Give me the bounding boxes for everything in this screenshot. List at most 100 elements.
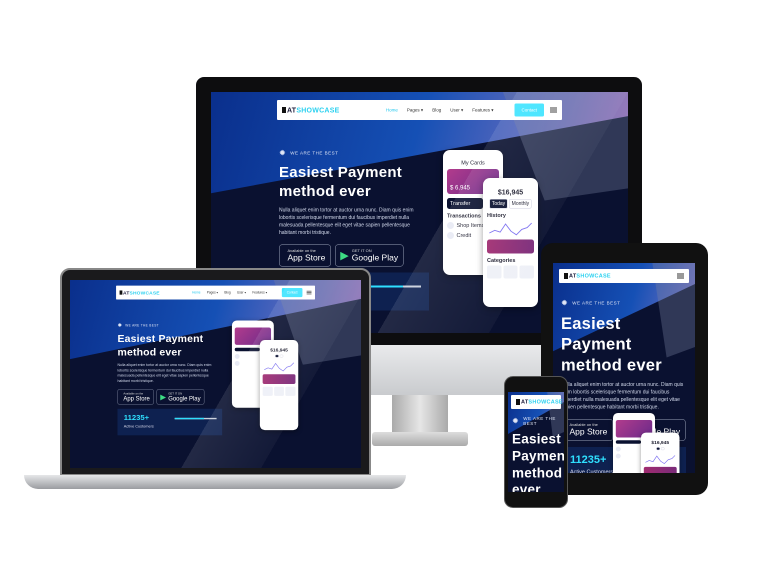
app-store-button[interactable]: Available on the App Store — [279, 244, 331, 267]
phone-balance: $16,945 — [259, 340, 299, 431]
promo-card — [262, 374, 296, 385]
badge-text: WE ARE THE BEST — [572, 300, 621, 306]
stats-label: Active Customers — [123, 424, 154, 429]
nav-user[interactable]: User ▾ — [450, 107, 463, 113]
logo-text-b: SHOWCASE — [129, 289, 160, 296]
hero: ✹WE ARE THE BEST Easiest Payment method … — [512, 416, 564, 493]
nav-blog[interactable]: Blog — [432, 108, 441, 113]
hamburger-menu-icon[interactable] — [677, 273, 684, 279]
phone-balance: $16,945 — [641, 432, 680, 473]
logo[interactable]: AT SHOWCASE — [516, 399, 563, 405]
logo-icon — [516, 399, 520, 405]
logo-text-a: AT — [287, 106, 297, 114]
tx-label: Credit — [456, 232, 472, 239]
period-tabs — [644, 447, 677, 451]
play-icon: ▶ — [340, 249, 349, 262]
history-chart — [264, 362, 295, 372]
nav-user[interactable]: User ▾ — [237, 291, 246, 295]
history-chart — [645, 455, 676, 465]
balance-value: $16,945 — [497, 188, 524, 196]
hero-paragraph: Nulla aliquet enim tortor at auctor urna… — [117, 363, 212, 383]
logo-text-a: AT — [569, 273, 577, 279]
badge: ✹ WE ARE THE BEST — [117, 322, 222, 329]
history-title: History — [487, 212, 506, 219]
app-store-button[interactable]: Available on the App Store — [561, 418, 613, 441]
contact-button[interactable]: Contact — [514, 103, 544, 117]
nav-links: Home Pages ▾ Blog User ▾ Features ▾ Cont… — [192, 288, 303, 298]
app-store-name: App Store — [287, 252, 326, 263]
navbar: ATSHOWCASE Home Pages ▾ Blog User ▾ Feat… — [277, 100, 562, 120]
badge-text: WE ARE THE BEST — [125, 323, 159, 328]
imac-base — [372, 432, 468, 446]
nav-features[interactable]: Features ▾ — [252, 291, 267, 295]
transfer-button[interactable] — [615, 440, 641, 444]
balance-value: $16,945 — [651, 439, 670, 446]
laptop-screen: AT SHOWCASE Home Pages ▾ Blog User ▾ Feat… — [70, 280, 361, 468]
app-store-name: App Store — [123, 394, 150, 402]
nav-blog[interactable]: Blog — [224, 291, 230, 294]
stats-box: 11235+ Active Customers — [117, 408, 223, 436]
tx-icon — [234, 353, 240, 359]
navbar: ATSHOWCASE Home Pages ▾ Blog User ▾ Feat… — [511, 395, 563, 409]
gear-icon: ✹ — [561, 299, 569, 308]
categories — [487, 265, 535, 279]
badge-text: WE ARE THE BEST — [290, 150, 339, 156]
badge: ✹ WE ARE THE BEST — [512, 416, 561, 426]
headline: Easiest Payment method ever — [117, 333, 204, 358]
phone-balance: $16,945 Today Monthly History Categories — [483, 178, 538, 307]
navbar: ATSHOWCASE Home Pages ▾ Blog User ▾ Feat… — [116, 285, 315, 300]
period-tabs — [263, 354, 296, 358]
tab-today[interactable] — [656, 447, 660, 451]
transfer-button[interactable] — [234, 347, 260, 352]
google-play-button[interactable]: ▶GET IT ONGoogle Play — [334, 244, 404, 267]
logo-icon — [119, 290, 123, 295]
gear-icon: ✹ — [279, 149, 287, 158]
contact-button[interactable]: Contact — [281, 288, 303, 298]
logo[interactable]: AT SHOWCASE — [564, 273, 611, 279]
app-store-name: App Store — [569, 427, 608, 437]
store-buttons: Available on theApp Store ▶GET IT ONGoog… — [279, 244, 429, 267]
stats-progress — [174, 417, 217, 420]
app-store-button[interactable]: Available on the App Store — [117, 389, 154, 405]
promo-card — [643, 466, 677, 473]
nav-home[interactable]: Home — [386, 108, 398, 113]
hamburger-menu-icon[interactable] — [306, 290, 312, 295]
badge: ✹ WE ARE THE BEST — [561, 298, 686, 308]
transfer-button[interactable]: Transfer — [447, 198, 483, 209]
logo[interactable]: AT SHOWCASE — [282, 106, 340, 114]
tab-monthly[interactable] — [279, 354, 284, 358]
balance-value: $16,945 — [270, 347, 288, 353]
tx-icon — [615, 453, 621, 459]
hero-paragraph: Nulla aliquet enim tortor at auctor urna… — [561, 381, 684, 410]
nav-features[interactable]: Features ▾ — [472, 107, 493, 113]
tx-icon — [447, 222, 454, 229]
gear-icon: ✹ — [512, 417, 520, 426]
categories — [262, 386, 296, 396]
hamburger-menu-icon[interactable] — [550, 107, 557, 113]
headline: Easiest Payment method ever — [279, 164, 402, 200]
nav-home[interactable]: Home — [192, 291, 200, 294]
period-tabs: Today Monthly — [487, 199, 534, 209]
google-play-button[interactable]: ▶GET IT ONGoogle Play — [156, 389, 205, 405]
logo[interactable]: AT SHOWCASE — [119, 289, 160, 296]
my-cards-title: My Cards — [461, 160, 485, 166]
tab-today[interactable] — [275, 354, 279, 358]
gear-icon: ✹ — [117, 322, 123, 329]
tx-icon — [447, 232, 454, 239]
nav-pages[interactable]: Pages ▾ — [207, 291, 218, 295]
website: ATSHOWCASE Home Pages ▾ Blog User ▾ Feat… — [508, 392, 564, 492]
store-buttons: Available on theApp Store ▶GET IT ONGoog… — [117, 389, 222, 405]
nav-pages[interactable]: Pages ▾ — [407, 107, 423, 113]
hero: ✹WE ARE THE BEST Easiest Payment method … — [117, 322, 223, 436]
headline: Easiest Payment method ever — [561, 314, 662, 374]
badge: ✹ WE ARE THE BEST — [279, 148, 429, 158]
logo-text-b: SHOWCASE — [528, 399, 563, 405]
promo-card — [487, 239, 534, 254]
tab-monthly[interactable]: Monthly — [509, 199, 532, 209]
headline: Easiest Payment method ever — [512, 431, 564, 493]
laptop-base — [24, 475, 406, 489]
tab-today[interactable]: Today — [489, 199, 508, 209]
history-chart — [489, 222, 532, 236]
tab-monthly[interactable] — [660, 447, 665, 451]
navbar: ATSHOWCASE Home Pages ▾ Blog User ▾ Feat… — [559, 269, 689, 283]
